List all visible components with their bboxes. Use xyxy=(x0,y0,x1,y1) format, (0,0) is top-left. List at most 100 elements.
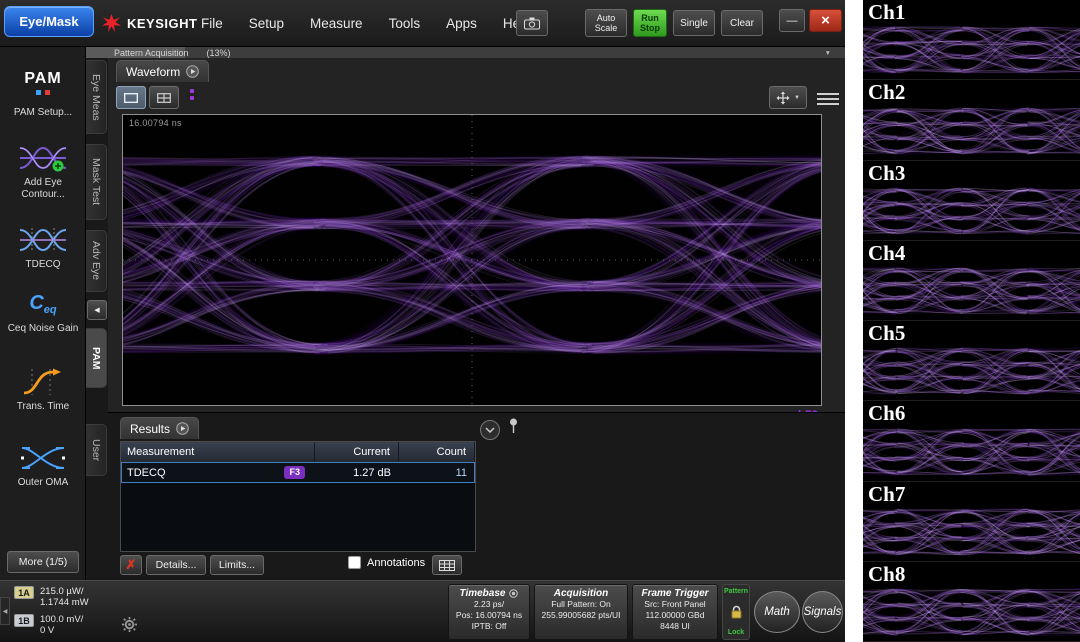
table-config-button[interactable] xyxy=(432,555,462,575)
menu-apps[interactable]: Apps xyxy=(433,16,490,31)
pan-zoom-button[interactable]: ▼ xyxy=(769,86,807,109)
col-measurement[interactable]: Measurement xyxy=(121,442,315,462)
run-controls: Auto Scale Run Stop Single Clear xyxy=(585,9,763,37)
annotations-group: Annotations xyxy=(348,556,425,569)
eye-diagram-ch3 xyxy=(863,182,1080,240)
limits-label: Limits... xyxy=(219,559,255,571)
table-grid-icon xyxy=(439,560,455,571)
acquisition-points: 255.99005682 pts/UI xyxy=(535,610,627,621)
prev-channels-button[interactable]: ◀ xyxy=(0,597,10,625)
timebase-position: Pos: 16.00794 ns xyxy=(449,610,529,621)
col-count[interactable]: Count xyxy=(399,442,475,462)
details-button[interactable]: Details... xyxy=(146,555,206,575)
collapse-results-button[interactable] xyxy=(480,420,500,440)
timebase-panel[interactable]: Timebase 2.23 ps/ Pos: 16.00794 ns IPTB:… xyxy=(448,584,530,640)
sidebar-item-pam-setup[interactable]: PAM PAM Setup... xyxy=(0,59,86,119)
sidebar-item-label: Ceq Noise Gain xyxy=(0,323,86,335)
pin-results-button[interactable] xyxy=(508,418,519,439)
pam-logo-icon: PAM xyxy=(0,59,86,105)
mode-button-label: Eye/Mask xyxy=(19,14,78,29)
signals-button[interactable]: Signals xyxy=(802,591,843,633)
panel-menu-button[interactable] xyxy=(817,87,839,110)
results-context-icon[interactable] xyxy=(176,422,189,435)
sidebar-item-outer-oma[interactable]: Outer OMA xyxy=(0,441,86,489)
collapse-sidebar-button[interactable]: ◀ xyxy=(87,300,107,320)
scope-window: Eye/Mask KEYSIGHT File Setup Measure Too… xyxy=(0,0,845,642)
pan-icon xyxy=(776,91,790,105)
waveform-context-icon[interactable] xyxy=(186,65,199,78)
eye-diagram-plot[interactable]: 16.00794 ns xyxy=(122,114,822,406)
menu-file[interactable]: File xyxy=(188,16,236,31)
channel-block-5: Ch5 xyxy=(863,321,1080,401)
channel-1a-control[interactable]: 1A 215.0 µW/ 1.1744 mW xyxy=(14,586,89,608)
frame-trigger-panel[interactable]: Frame Trigger Src: Front Panel 112.00000… xyxy=(632,584,718,640)
menu-setup[interactable]: Setup xyxy=(236,16,297,31)
split-display-button[interactable] xyxy=(149,86,179,109)
acquisition-percent: (13%) xyxy=(207,48,231,58)
col-current[interactable]: Current xyxy=(315,442,399,462)
category-tab-strip: Eye Meas Mask Test Adv Eye ◀ PAM User xyxy=(86,58,108,580)
close-button[interactable]: × xyxy=(809,9,842,32)
tab-adv-eye[interactable]: Adv Eye xyxy=(86,230,107,292)
frame-trigger-title: Frame Trigger xyxy=(641,588,708,599)
waveform-tab-label: Waveform xyxy=(126,65,180,79)
limits-button[interactable]: Limits... xyxy=(210,555,264,575)
tab-results[interactable]: Results xyxy=(120,417,199,439)
acquisition-dropdown-icon[interactable]: ▼ xyxy=(825,50,831,57)
acquisition-label: Pattern Acquisition xyxy=(114,48,189,58)
screenshot-button[interactable] xyxy=(516,10,548,36)
more-measurements-button[interactable]: More (1/5) xyxy=(7,551,79,573)
frame-trigger-rate: 112.00000 GBd xyxy=(633,610,717,621)
channel-block-8: Ch8 xyxy=(863,562,1080,642)
delete-measurement-button[interactable]: ✗ xyxy=(120,555,142,575)
channel-badge[interactable]: 1A xyxy=(14,586,34,599)
clear-button[interactable]: Clear xyxy=(721,10,763,36)
mode-button[interactable]: Eye/Mask xyxy=(4,6,94,37)
table-row[interactable]: TDECQ F3 1.27 dB 11 xyxy=(121,462,475,483)
eye-diagram xyxy=(123,115,821,405)
tab-eye-meas[interactable]: Eye Meas xyxy=(86,60,107,134)
sidebar-item-label: Outer OMA xyxy=(0,477,86,489)
delete-x-icon: ✗ xyxy=(126,557,137,573)
eye-diagram-ch7 xyxy=(863,503,1080,561)
channel-offset: 0 V xyxy=(40,625,54,636)
single-button[interactable]: Single xyxy=(673,10,715,36)
sidebar-item-ceq-noise-gain[interactable]: Ceq Ceq Noise Gain xyxy=(0,287,86,335)
pattern-lock-top-label: Pattern xyxy=(724,588,748,595)
tab-label: PAM xyxy=(90,347,102,370)
run-stop-button[interactable]: Run Stop xyxy=(633,9,667,37)
timebase-toggle-icon[interactable] xyxy=(509,589,518,598)
menu-tools[interactable]: Tools xyxy=(376,16,434,31)
results-empty-area xyxy=(121,483,475,551)
minimize-button[interactable]: — xyxy=(779,9,805,32)
acquisition-panel[interactable]: Acquisition Full Pattern: On 255.9900568… xyxy=(534,584,628,640)
channel-badge[interactable]: 1B xyxy=(14,614,34,627)
channel-1b-control[interactable]: 1B 100.0 mV/ 0 V xyxy=(14,614,83,636)
tab-waveform[interactable]: Waveform xyxy=(116,60,209,82)
math-button[interactable]: Math xyxy=(754,591,800,633)
pan-dropdown-icon[interactable]: ▼ xyxy=(794,95,800,101)
markers-icon[interactable] xyxy=(190,89,194,100)
tab-pam[interactable]: PAM xyxy=(86,328,107,388)
annotations-checkbox[interactable] xyxy=(348,556,361,569)
sidebar-item-trans-time[interactable]: Trans. Time xyxy=(0,365,86,413)
menu-measure[interactable]: Measure xyxy=(297,16,376,31)
ceq-icon: Ceq xyxy=(0,287,86,321)
pin-icon xyxy=(508,418,519,434)
eye-diagram-ch6 xyxy=(863,423,1080,481)
pattern-lock-indicator[interactable]: Pattern Lock xyxy=(722,584,750,640)
details-label: Details... xyxy=(156,559,197,571)
auto-scale-button[interactable]: Auto Scale xyxy=(585,9,627,37)
eye-diagram-ch5 xyxy=(863,342,1080,400)
channel-label: Ch7 xyxy=(868,482,905,507)
channel-block-6: Ch6 xyxy=(863,401,1080,481)
brand-name: KEYSIGHT xyxy=(127,16,197,31)
sidebar-item-tdecq[interactable]: TDECQ xyxy=(0,223,86,271)
channel-scale: 215.0 µW/ xyxy=(40,586,84,597)
channel-settings-button[interactable] xyxy=(122,617,137,637)
tab-mask-test[interactable]: Mask Test xyxy=(86,144,107,220)
single-display-button[interactable] xyxy=(116,86,146,109)
tab-user[interactable]: User xyxy=(86,424,107,476)
brand: KEYSIGHT xyxy=(102,0,197,47)
sidebar-item-add-eye-contour[interactable]: Add Eye Contour... xyxy=(0,141,86,201)
